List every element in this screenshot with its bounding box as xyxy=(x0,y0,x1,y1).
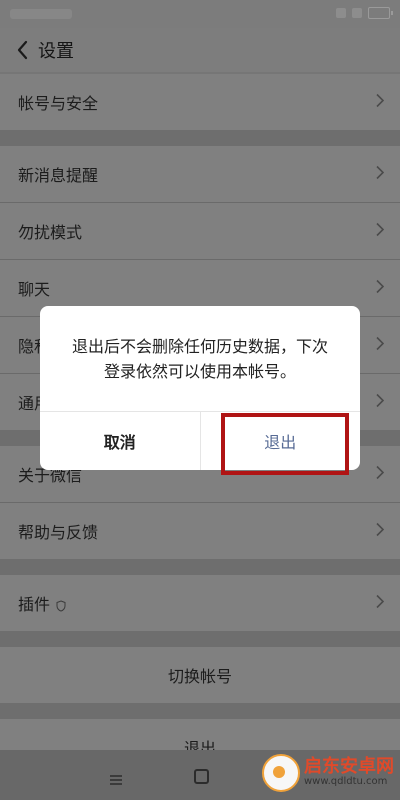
highlight-box xyxy=(221,413,349,475)
watermark-logo-icon xyxy=(262,754,300,792)
dialog-message: 退出后不会删除任何历史数据，下次登录依然可以使用本帐号。 xyxy=(71,337,328,381)
watermark-text: 启东安卓网 www.qdldtu.com xyxy=(304,756,394,788)
watermark-title: 启东安卓网 xyxy=(304,756,394,778)
watermark: 启东安卓网 www.qdldtu.com xyxy=(262,754,394,792)
cancel-button[interactable]: 取消 xyxy=(40,412,201,470)
watermark-url: www.qdldtu.com xyxy=(304,776,388,788)
